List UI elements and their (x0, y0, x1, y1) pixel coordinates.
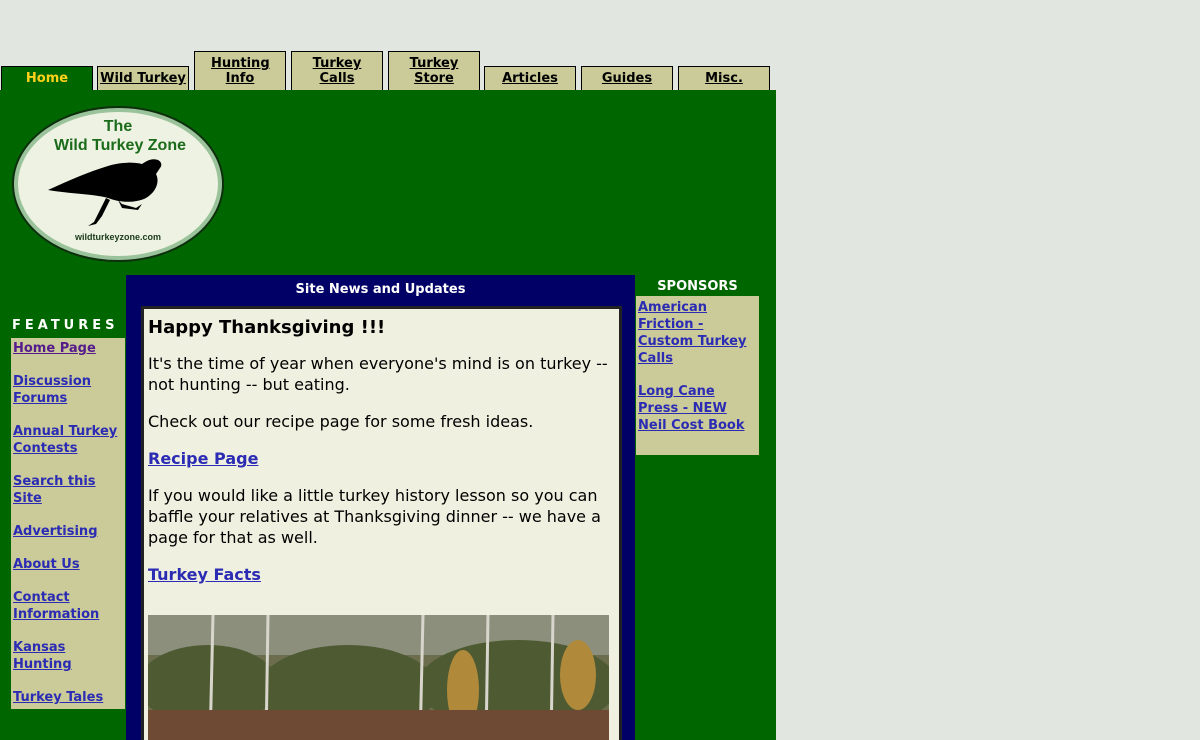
features-kansas-link[interactable]: Kansas Hunting (13, 639, 123, 673)
news-content: Happy Thanksgiving !!! It's the time of … (141, 306, 622, 740)
tab-wild-turkey[interactable]: Wild Turkey (97, 66, 189, 90)
features-heading: FEATURES (12, 318, 119, 333)
tab-turkey-calls[interactable]: Turkey Calls (291, 51, 383, 90)
forest-photo (144, 614, 618, 740)
logo-url: wildturkeyzone.com (74, 232, 161, 242)
news-paragraph-2: Check out our recipe page for some fresh… (148, 412, 534, 431)
news-paragraph-1: It's the time of year when everyone's mi… (148, 354, 608, 394)
features-search-link[interactable]: Search this Site (13, 473, 123, 507)
features-advertising-link[interactable]: Advertising (13, 523, 123, 540)
tab-hunting-info[interactable]: Hunting Info (194, 51, 286, 90)
logo-line2: Wild Turkey Zone (54, 137, 186, 154)
news-title: Site News and Updates (295, 282, 466, 297)
sponsor-long-cane-press-link[interactable]: Long Cane Press - NEW Neil Cost Book (638, 383, 757, 434)
sponsors-heading: SPONSORS (657, 279, 738, 294)
features-contests-link[interactable]: Annual Turkey Contests (13, 423, 123, 457)
tab-misc[interactable]: Misc. (678, 66, 770, 90)
tab-articles[interactable]: Articles (484, 66, 576, 90)
features-about-link[interactable]: About Us (13, 556, 123, 573)
features-nav: Home Page Discussion Forums Annual Turke… (11, 338, 125, 709)
turkey-facts-link[interactable]: Turkey Facts (148, 565, 261, 584)
features-tales-link[interactable]: Turkey Tales (13, 689, 123, 706)
features-home-link[interactable]: Home Page (13, 340, 123, 357)
features-contact-link[interactable]: Contact Information (13, 589, 123, 623)
tab-guides[interactable]: Guides (581, 66, 673, 90)
sponsor-american-friction-link[interactable]: American Friction - Custom Turkey Calls (638, 299, 757, 367)
sponsors-box: American Friction - Custom Turkey Calls … (636, 296, 759, 455)
tab-turkey-store[interactable]: Turkey Store (388, 51, 480, 90)
news-heading: Happy Thanksgiving !!! (148, 317, 386, 338)
news-paragraph-3: If you would like a little turkey histor… (148, 486, 601, 547)
logo-line1: The (104, 118, 133, 135)
features-forums-link[interactable]: Discussion Forums (13, 373, 123, 407)
tab-home[interactable]: Home (1, 66, 93, 90)
recipe-page-link[interactable]: Recipe Page (148, 449, 258, 468)
site-logo[interactable]: The Wild Turkey Zone wildturkeyzone.com (10, 104, 226, 264)
